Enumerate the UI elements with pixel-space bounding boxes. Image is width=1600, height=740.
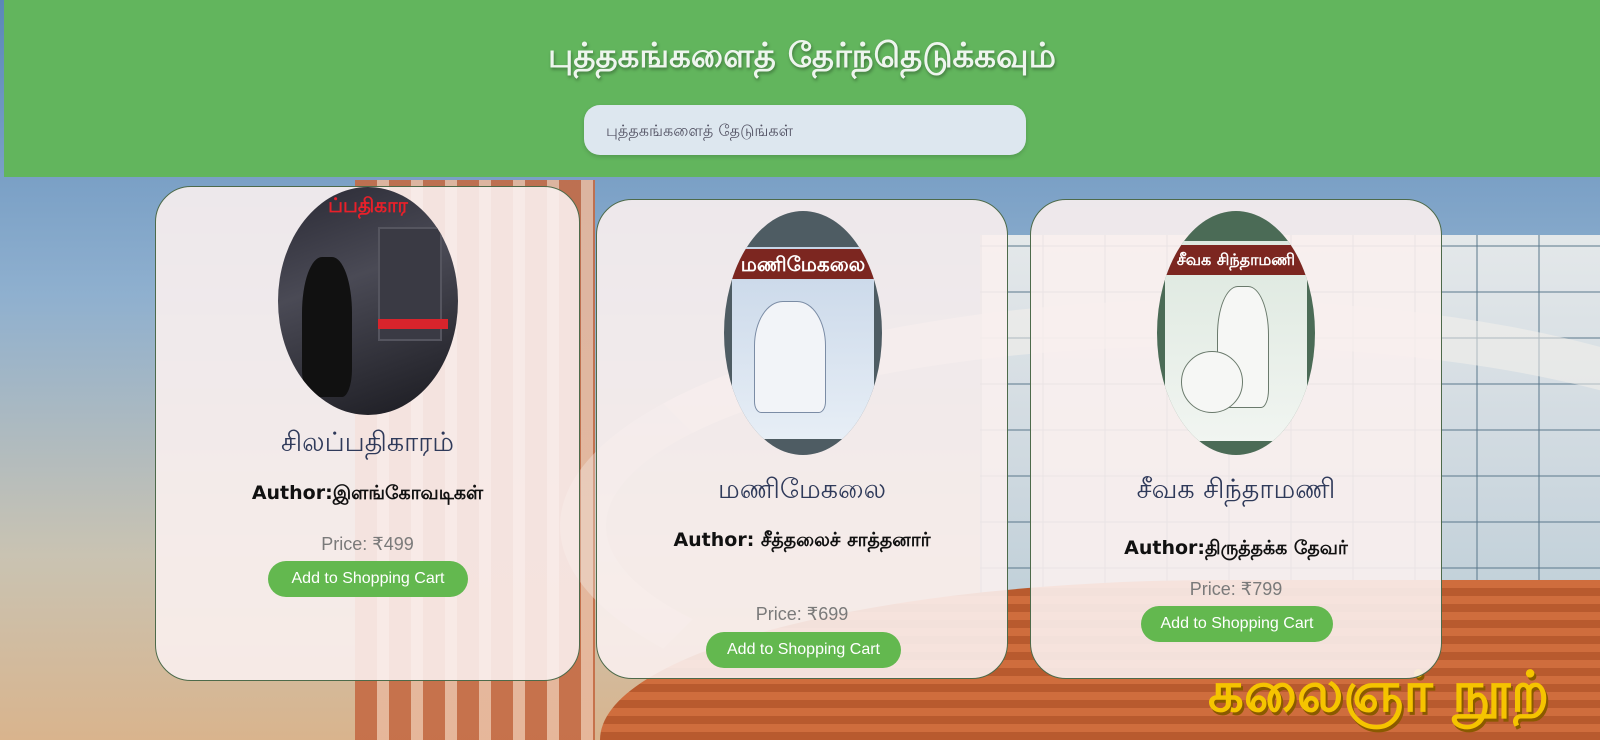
- book-price: Price: ₹699: [755, 604, 849, 624]
- book-author: Author: சீத்தலைச் சாத்தனார்: [673, 529, 931, 551]
- add-to-cart-button[interactable]: Add to Shopping Cart: [706, 632, 901, 668]
- book-title: சீவக சிந்தாமணி: [1136, 474, 1336, 505]
- cover-title-text: ப்பதிகார: [328, 193, 408, 217]
- book-author: Author:திருத்தக்க தேவர்: [1124, 537, 1348, 559]
- cover-figure: [754, 301, 826, 413]
- book-card-manimegalai: மணிமேகலை மணிமேகலை Author: சீத்தலைச் சாத்…: [596, 199, 1008, 679]
- book-title: சிலப்பதிகாரம்: [281, 427, 454, 458]
- search-input[interactable]: [584, 105, 1026, 155]
- add-to-cart-button[interactable]: Add to Shopping Cart: [268, 561, 468, 597]
- page-header: புத்தகங்களைத் தேர்ந்தெடுக்கவும்: [4, 0, 1600, 177]
- book-cover-image: மணிமேகலை: [724, 211, 882, 455]
- book-price: Price: ₹799: [1189, 579, 1283, 599]
- book-price: Price: ₹499: [321, 534, 414, 554]
- cover-figure: [302, 257, 352, 397]
- book-card-silappathikaram: ப்பதிகார சிலப்பதிகாரம் Author:இளங்கோவடிக…: [155, 186, 580, 681]
- add-to-cart-button[interactable]: Add to Shopping Cart: [1141, 606, 1333, 642]
- cover-red-band: [378, 319, 448, 329]
- cover-horse: [1181, 351, 1243, 413]
- cover-title-text: சீவக சிந்தாமணி: [1157, 245, 1315, 275]
- book-cover-image: ப்பதிகார: [278, 187, 458, 415]
- page-title: புத்தகங்களைத் தேர்ந்தெடுக்கவும்: [548, 36, 1056, 76]
- book-title: மணிமேகலை: [717, 474, 886, 505]
- book-cover-image: சீவக சிந்தாமணி: [1157, 211, 1315, 455]
- cover-title-text: மணிமேகலை: [724, 249, 882, 279]
- book-card-seevaga-chinthamani: சீவக சிந்தாமணி சீவக சிந்தாமணி Author:திர…: [1030, 199, 1442, 679]
- book-author: Author:இளங்கோவடிகள்: [251, 482, 484, 504]
